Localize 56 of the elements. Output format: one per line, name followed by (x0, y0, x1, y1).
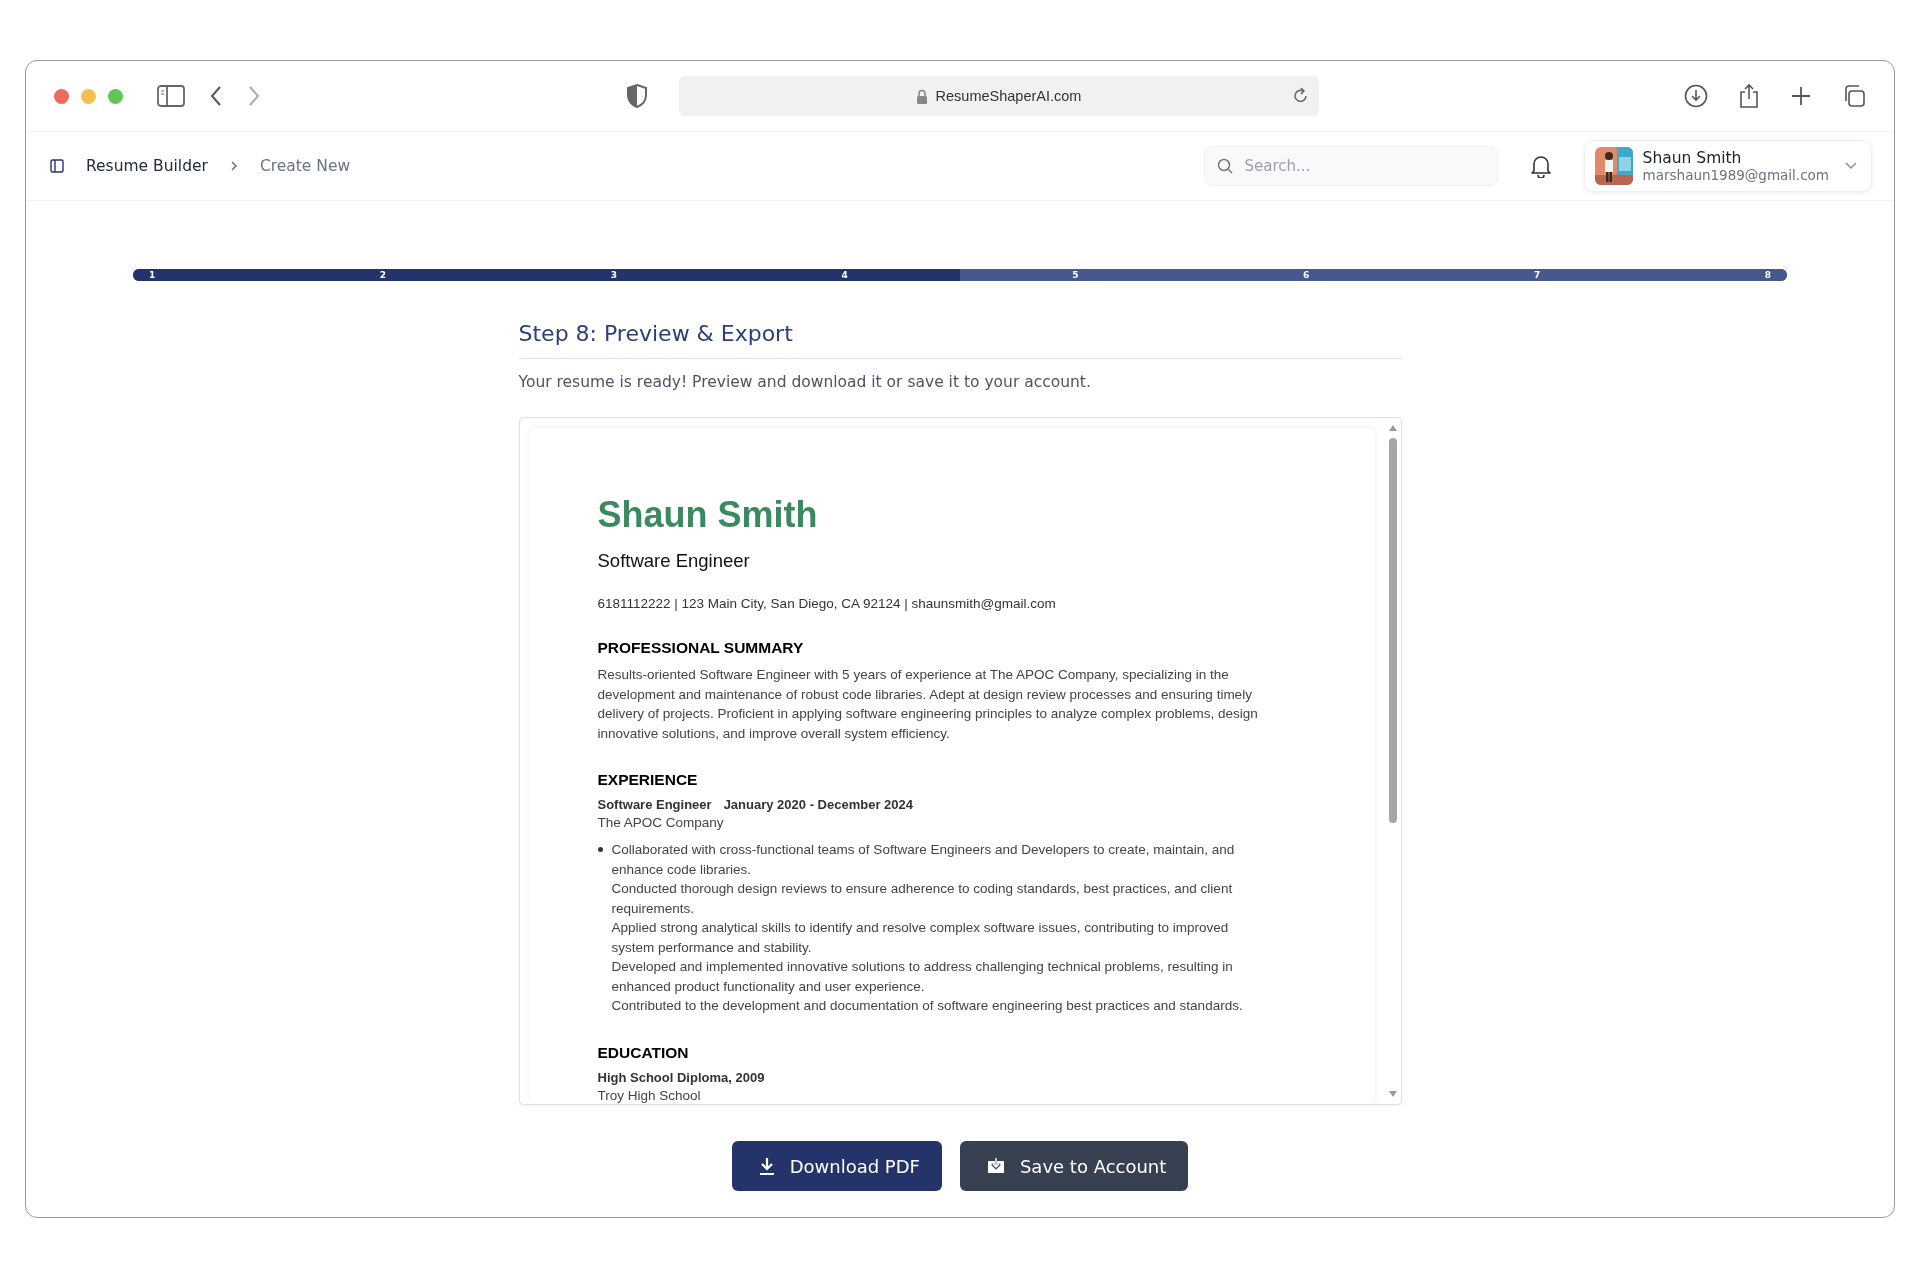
scroll-up-icon[interactable] (1387, 424, 1398, 432)
breadcrumb-link[interactable]: Resume Builder (86, 157, 208, 175)
degree: High School Diploma, 2009 (597, 1069, 766, 1085)
resume-name: Shaun Smith (597, 494, 819, 536)
step-number: 5 (1072, 269, 1079, 281)
chevron-down-icon (1845, 162, 1857, 170)
close-button[interactable] (54, 88, 69, 104)
shield-icon[interactable] (626, 84, 647, 108)
step-number: 6 (1303, 269, 1310, 281)
tabs-icon[interactable] (1842, 84, 1866, 108)
experience-item: Contributed to the development and documentation of software engineering best practices and standards. (611, 997, 1244, 1015)
company-name: The APOC Company (597, 815, 725, 830)
resume-headline: Software Engineer (597, 550, 751, 572)
job-title: Software Engineer (597, 797, 712, 812)
experience-item: Developed and implemented innovative solutions to address challenging technical problems, resulting in enhanced product functionality and user experience. (611, 958, 1234, 996)
download-button[interactable]: Download PDF (731, 1141, 942, 1191)
sidebar-icon[interactable] (157, 85, 185, 107)
experience-item: Conducted thorough design reviews to ensure adherence to coding standards, best practices, and client requirements. (611, 880, 1234, 918)
job-dates: January 2020 - December 2024 (723, 797, 913, 812)
section-heading: EDUCATION (597, 1043, 690, 1062)
resume-contact: 6181112222 | 123 Main City, San Diego, CA 92124 | shaunsmith@gmail.com (597, 596, 1057, 611)
step-number: 1 (149, 269, 156, 281)
step-description: Your resume is ready! Preview and download it or save it to your account. (518, 373, 1092, 391)
step-number: 4 (841, 269, 848, 281)
summary-text: Results-oriented Software Engineer with 5 years of experience at The APOC Company, specializing in the development and maintenance of robust code libraries. Adept at design review processes and ensuring timely delivery of projects. Proficient in applying software engineering principles to analyze complex problems, design innovative solutions, and improve overall system efficiency. (597, 666, 1259, 743)
experience-item: Applied strong analytical skills to identify and resolve complex software issues, contributing to improved system performance and stability. (611, 919, 1230, 957)
school-name: Troy High School (597, 1087, 702, 1103)
new-tab-icon[interactable] (1790, 85, 1812, 107)
step-number: 8 (1764, 269, 1771, 281)
back-icon[interactable] (209, 85, 223, 107)
search-field[interactable]: Search... (1203, 146, 1498, 186)
section-heading: EXPERIENCE (597, 771, 699, 789)
reload-icon[interactable] (1292, 87, 1309, 105)
user-menu[interactable]: Shaun Smith marshaun1989@gmail.com (1583, 140, 1872, 192)
step-number: 3 (610, 269, 617, 281)
save-icon (985, 1157, 1006, 1175)
download-icon[interactable] (1684, 84, 1708, 108)
user-email: marshaun1989@gmail.com (1642, 167, 1829, 183)
scrollbar-thumb[interactable] (1388, 438, 1397, 823)
share-icon[interactable] (1738, 83, 1760, 109)
lock-icon (915, 88, 928, 104)
step-number: 7 (1533, 269, 1541, 281)
user-name: Shaun Smith (1642, 149, 1743, 167)
save-button[interactable]: Save to Account (959, 1141, 1189, 1191)
step-title: Step 8: Preview & Export (518, 321, 1402, 359)
address-bar[interactable]: ResumeShaperAI.com (678, 76, 1319, 116)
experience-item: Collaborated with cross-functional teams of Software Engineers and Developers to create, maintain, and enhance code libraries. (611, 841, 1236, 879)
step-number: 2 (379, 269, 387, 281)
scroll-down-icon[interactable] (1387, 1090, 1398, 1098)
section-heading: PROFESSIONAL SUMMARY (597, 639, 805, 657)
bell-icon[interactable] (1529, 154, 1552, 178)
sidebar-toggle-icon[interactable] (50, 159, 64, 173)
chevron-right-icon (229, 160, 238, 172)
breadcrumb-link[interactable]: Create New (259, 157, 351, 175)
download-icon (757, 1156, 776, 1176)
search-icon (1216, 158, 1233, 174)
